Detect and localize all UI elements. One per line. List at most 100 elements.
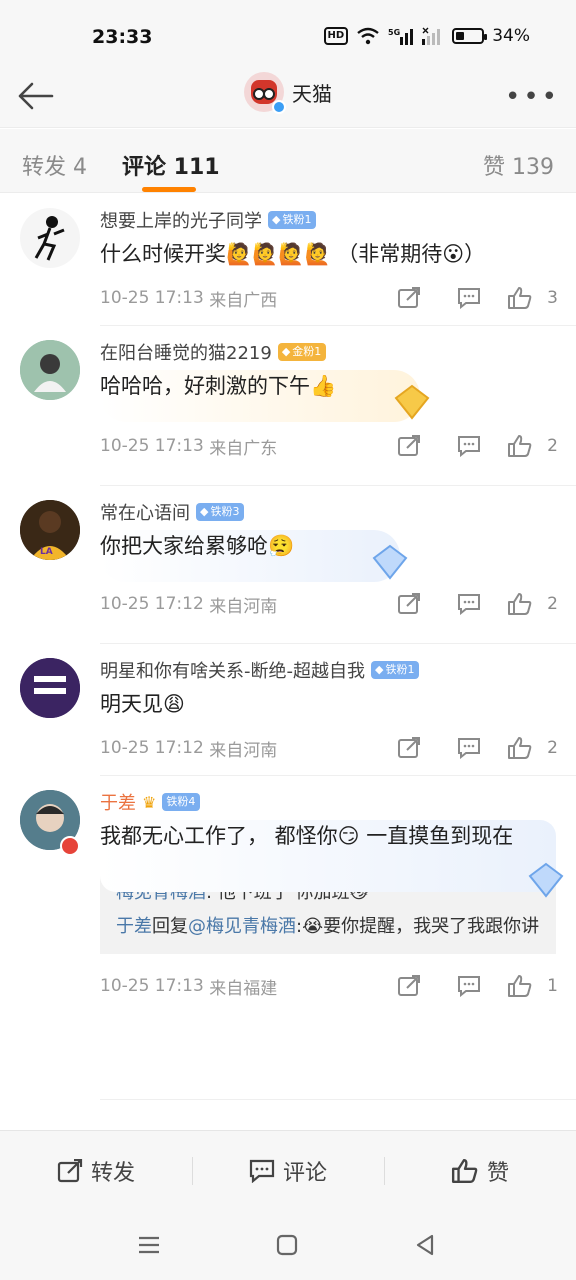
reply-mention-link[interactable]: @梅见青梅酒	[188, 916, 296, 937]
reply-preview[interactable]: 梅见青梅酒: 他下班了 你加班😼 于差回复@梅见青梅酒:😭要你提醒，我哭了我跟你…	[100, 866, 556, 954]
comment-label: 评论	[282, 1160, 327, 1186]
fan-badge: ◆ 铁粉3	[196, 503, 245, 521]
share-icon[interactable]	[397, 593, 421, 615]
comment-location: 来自福建	[209, 978, 278, 999]
share-icon	[57, 1158, 83, 1182]
comment-time: 10-25 17:13	[100, 976, 204, 996]
share-icon[interactable]	[397, 975, 421, 997]
comment-text: 什么时候开奖🙋🙋🙋🙋 （非常期待😮）	[100, 242, 486, 266]
reply-icon[interactable]	[457, 287, 481, 309]
header-account[interactable]: 天猫	[244, 72, 332, 114]
menu-icon[interactable]	[136, 1232, 162, 1258]
thumbs-up-icon	[508, 975, 532, 997]
comment-item: 想要上岸的光子同学 ◆ 铁粉1 什么时候开奖🙋🙋🙋🙋 （非常期待😮） 10-25 …	[20, 194, 576, 326]
like-count: 3	[547, 288, 558, 308]
signal-icon	[422, 27, 441, 45]
comment-location: 来自广西	[209, 290, 278, 311]
like-count: 2	[547, 594, 558, 614]
signal-5g-icon: 5G	[388, 28, 414, 45]
share-icon[interactable]	[397, 435, 421, 457]
comment-button[interactable]: 评论	[192, 1131, 384, 1210]
more-options-icon[interactable]: •••	[505, 82, 560, 112]
bottom-action-bar: 转发 评论 赞	[0, 1130, 576, 1210]
avatar[interactable]	[20, 208, 80, 268]
comment-item: 在阳台睡觉的猫2219 ◆ 金粉1 哈哈哈，好刺激的下午👍 10-25 17:13…	[20, 326, 576, 486]
status-icons: HD 5G 34%	[323, 26, 530, 46]
reply-icon[interactable]	[457, 737, 481, 759]
fan-badge: ◆ 铁粉1	[371, 661, 420, 679]
comment-item: LA 常在心语间 ◆ 铁粉3 你把大家给累够呛😮‍💨 10-25 17:12 来自…	[20, 486, 576, 644]
fan-badge: ◆ 铁粉1	[268, 211, 317, 229]
comment-author[interactable]: 想要上岸的光子同学	[100, 207, 262, 233]
comment-location: 来自河南	[209, 740, 278, 761]
home-icon[interactable]	[274, 1232, 300, 1258]
fan-badge: 铁粉4	[162, 793, 201, 811]
blue-diamond-icon	[372, 544, 408, 580]
like-count: 1	[547, 976, 558, 996]
tab-repost[interactable]: 转发 4	[22, 149, 87, 181]
comment-location: 来自河南	[209, 596, 278, 617]
thumbs-up-icon	[508, 435, 532, 457]
page-title: 天猫	[292, 81, 332, 106]
comment-author[interactable]: 于差	[100, 789, 136, 815]
comment-author[interactable]: 在阳台睡觉的猫2219	[100, 339, 272, 365]
status-bar: 23:33 HD 5G 34%	[0, 0, 576, 70]
reply-user-link[interactable]: 梅见青梅酒	[116, 882, 206, 903]
verified-red-icon	[60, 836, 80, 856]
comment-author[interactable]: 明星和你有啥关系-断绝-超越自我	[100, 657, 365, 683]
fan-badge: ◆ 金粉1	[277, 343, 327, 361]
blue-diamond-icon	[528, 862, 564, 898]
reply-user-link[interactable]: 于差	[116, 916, 152, 937]
share-icon[interactable]	[397, 287, 421, 309]
like-count: 2	[547, 738, 558, 758]
wifi-icon	[357, 27, 379, 45]
status-time: 23:33	[92, 26, 153, 48]
share-icon[interactable]	[397, 737, 421, 759]
tab-like[interactable]: 赞 139	[483, 149, 554, 181]
thumbs-up-icon	[508, 593, 532, 615]
avatar[interactable]: LA	[20, 500, 80, 560]
like-button[interactable]: 1	[507, 974, 558, 998]
header: 天猫 •••	[0, 70, 576, 128]
repost-label: 转发	[90, 1160, 135, 1186]
like-button[interactable]: 2	[507, 736, 558, 760]
comment-author[interactable]: 常在心语间	[100, 499, 190, 525]
comment-time: 10-25 17:12	[100, 738, 204, 758]
comment-text: 哈哈哈，好刺激的下午👍	[100, 374, 337, 398]
comment-icon	[249, 1159, 275, 1183]
comment-list: 想要上岸的光子同学 ◆ 铁粉1 什么时候开奖🙋🙋🙋🙋 （非常期待😮） 10-25 …	[0, 194, 576, 1100]
battery-percent: 34%	[492, 26, 530, 46]
system-navigation-bar	[0, 1210, 576, 1280]
thumbs-up-icon	[508, 287, 532, 309]
tab-comment[interactable]: 评论 111	[122, 149, 220, 181]
svg-text:LA: LA	[40, 547, 53, 557]
reply-icon[interactable]	[457, 975, 481, 997]
back-arrow-icon[interactable]	[14, 74, 58, 118]
comment-item: 于差 ♛ 铁粉4 我都无心工作了， 都怪你😏 一直摸鱼到现在 梅见青梅酒: 他下…	[20, 776, 576, 1100]
back-icon[interactable]	[412, 1232, 438, 1258]
avatar[interactable]	[20, 340, 80, 400]
comment-text: 明天见😩	[100, 692, 185, 716]
avatar[interactable]	[20, 658, 80, 718]
comment-location: 来自广东	[209, 438, 278, 459]
svg-text:5G: 5G	[388, 28, 400, 37]
comment-text: 我都无心工作了， 都怪你😏 一直摸鱼到现在	[100, 824, 514, 848]
tmall-avatar	[244, 72, 286, 114]
comment-time: 10-25 17:12	[100, 594, 204, 614]
reply-icon[interactable]	[457, 435, 481, 457]
reply-line: 于差回复@梅见青梅酒:😭要你提醒，我哭了我跟你讲	[116, 916, 540, 937]
like-button[interactable]: 2	[507, 434, 558, 458]
comment-time: 10-25 17:13	[100, 288, 204, 308]
repost-button[interactable]: 转发	[0, 1131, 192, 1210]
verified-icon	[272, 100, 286, 114]
tab-bar: 转发 4 评论 111 赞 139	[0, 129, 576, 193]
comment-text: 你把大家给累够呛😮‍💨	[100, 534, 295, 558]
tmall-logo-icon	[251, 80, 277, 104]
like-count: 2	[547, 436, 558, 456]
like-button[interactable]: 3	[507, 286, 558, 310]
crown-icon: ♛	[142, 792, 157, 812]
like-post-button[interactable]: 赞	[384, 1131, 576, 1210]
hd-icon: HD	[323, 27, 349, 45]
reply-icon[interactable]	[457, 593, 481, 615]
like-button[interactable]: 2	[507, 592, 558, 616]
